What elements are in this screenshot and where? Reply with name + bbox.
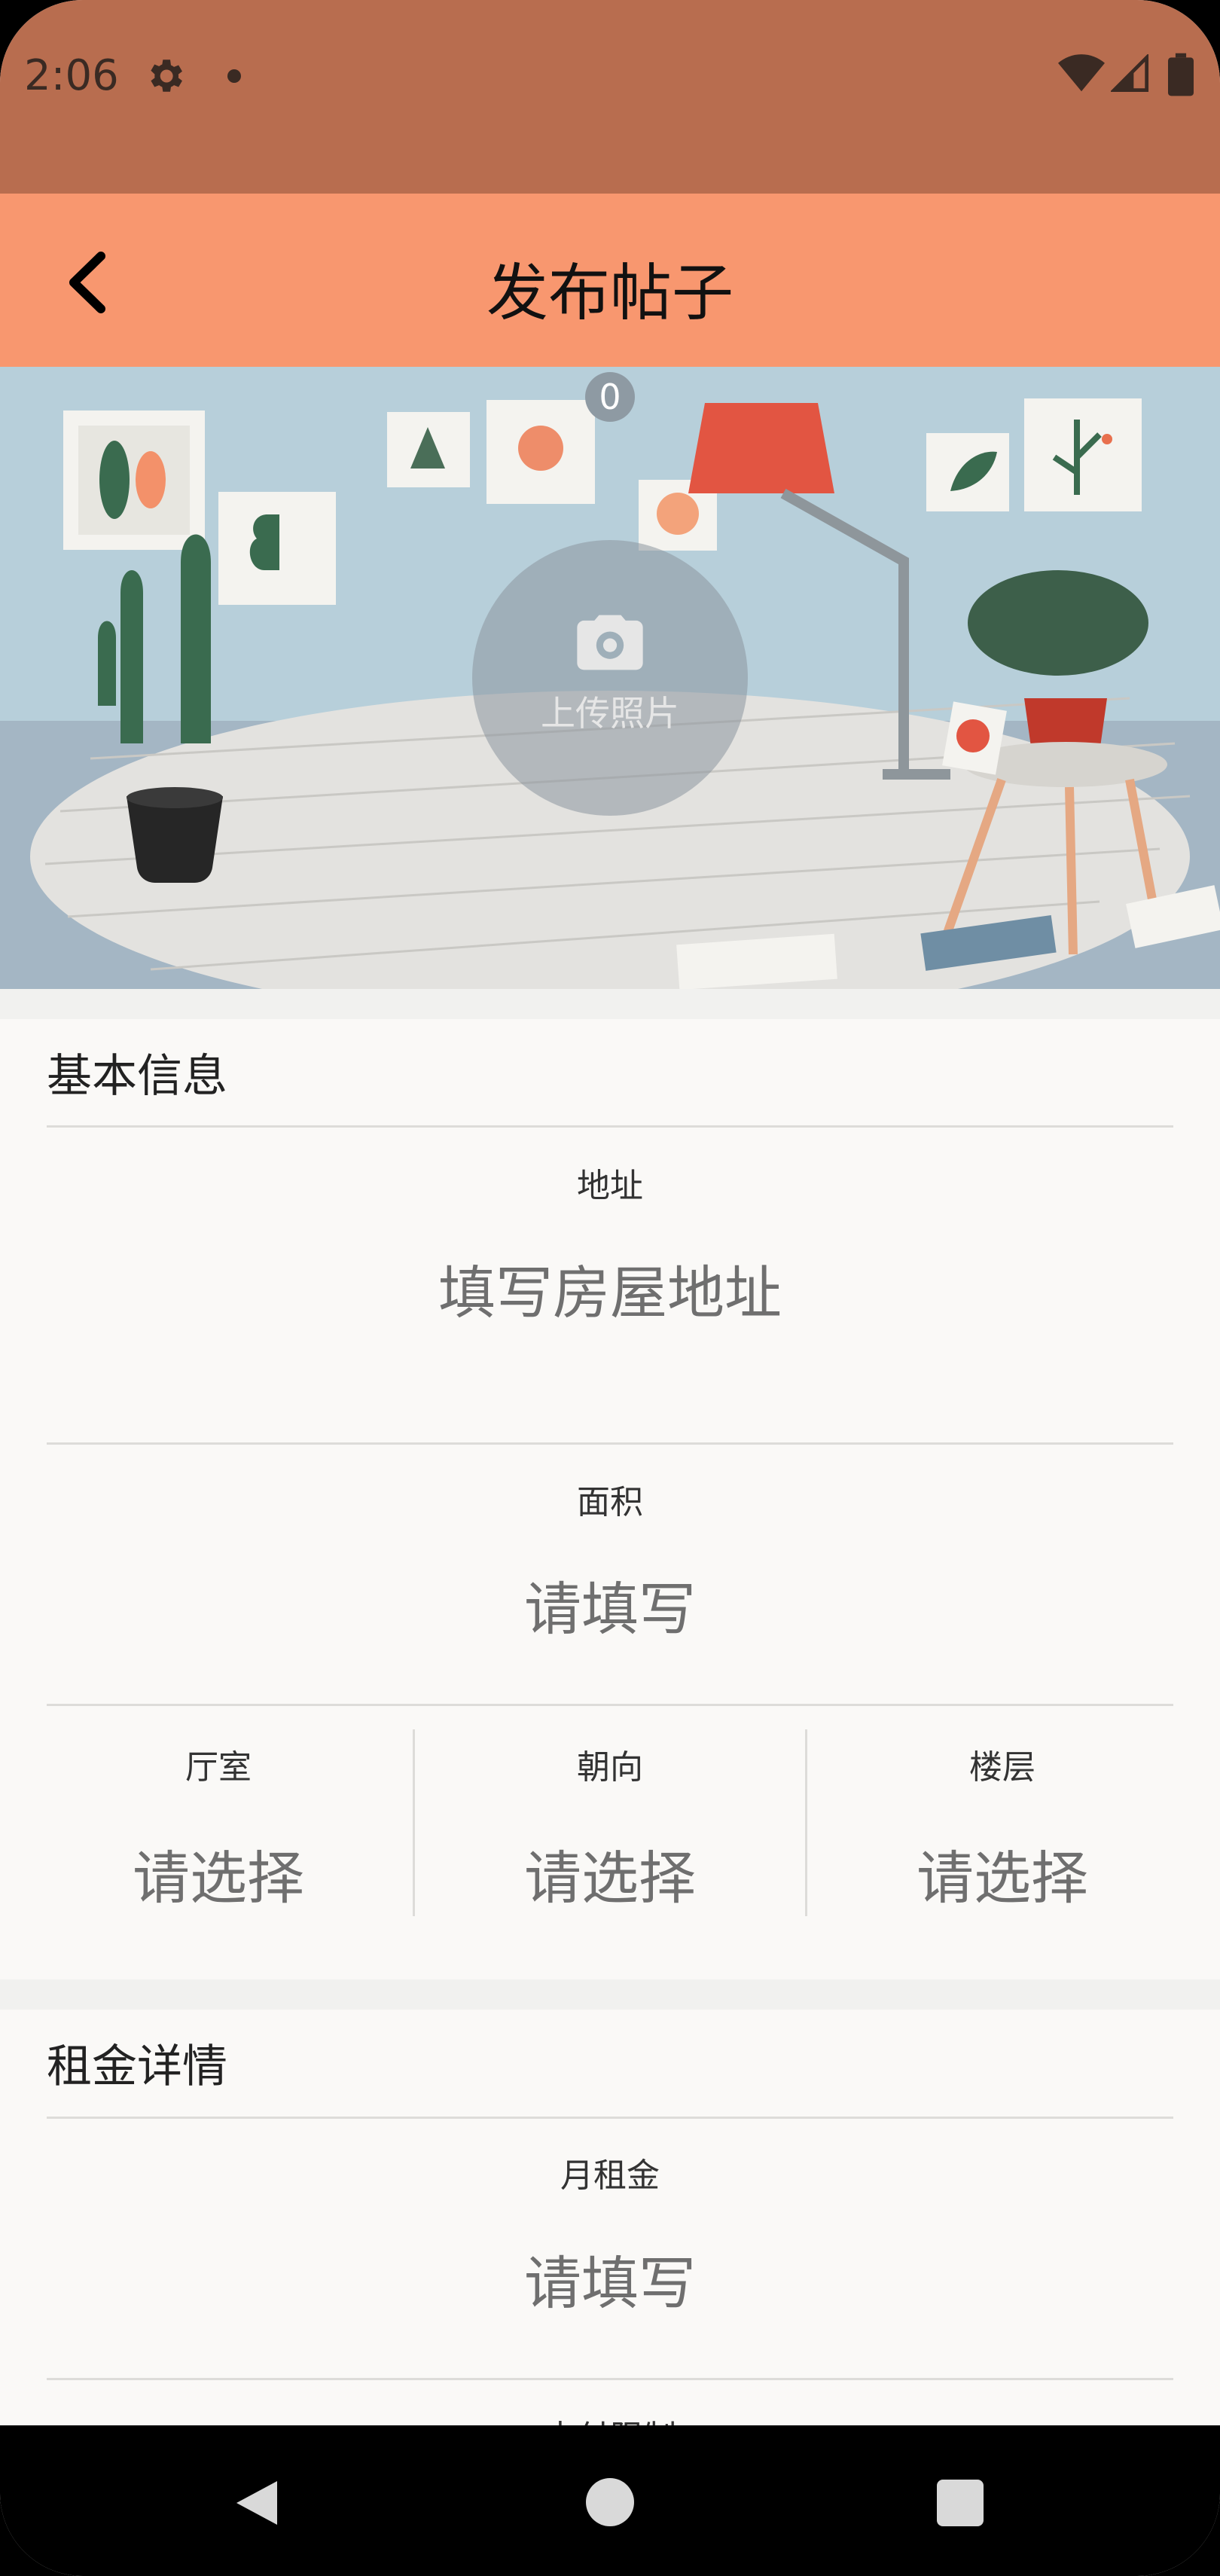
floor-label: 楼层 <box>969 1748 1035 1787</box>
address-input[interactable]: 填写房屋地址 <box>0 1247 1220 1329</box>
wifi-icon <box>1058 54 1105 92</box>
divider <box>47 2378 1173 2380</box>
photo-count-badge: 0 <box>585 372 635 422</box>
rent-details-title: 租金详情 <box>47 2040 227 2093</box>
rooms-select[interactable]: 请选择 <box>47 1832 390 1915</box>
basic-info-title: 基本信息 <box>47 1050 227 1103</box>
monthly-rent-input[interactable]: 请填写 <box>0 2237 1220 2320</box>
divider <box>47 2117 1173 2119</box>
nav-back-icon[interactable] <box>233 2478 279 2528</box>
gear-icon <box>151 60 182 92</box>
phone-screen: 2:06 发布帖子 0 上传照片 基本信息 地址 填写房屋地址 面积 请填写 厅… <box>0 0 1220 2576</box>
status-bar: 2:06 <box>0 0 1220 194</box>
address-label: 地址 <box>577 1167 643 1205</box>
nav-home-icon[interactable] <box>586 2478 634 2526</box>
notification-dot-icon <box>227 69 241 83</box>
status-time: 2:06 <box>24 51 119 100</box>
area-label: 面积 <box>577 1483 643 1521</box>
orientation-label: 朝向 <box>577 1748 643 1787</box>
signal-icon <box>1111 54 1149 93</box>
upload-photo-label: 上传照片 <box>541 693 679 734</box>
divider <box>47 1442 1173 1445</box>
page-title: 发布帖子 <box>486 258 734 329</box>
monthly-rent-label: 月租金 <box>560 2156 660 2195</box>
orientation-select[interactable]: 请选择 <box>415 1832 805 1915</box>
nav-recents-icon[interactable] <box>937 2480 984 2526</box>
floor-select[interactable]: 请选择 <box>807 1832 1197 1915</box>
rooms-label: 厅室 <box>185 1748 252 1787</box>
camera-icon <box>577 615 643 670</box>
battery-icon <box>1168 53 1194 96</box>
upload-photo-button[interactable]: 上传照片 <box>472 540 748 816</box>
divider <box>47 1125 1173 1128</box>
section-gap <box>0 989 1220 1019</box>
section-gap <box>0 1979 1220 2010</box>
divider <box>47 1704 1173 1706</box>
area-input[interactable]: 请填写 <box>0 1563 1220 1646</box>
